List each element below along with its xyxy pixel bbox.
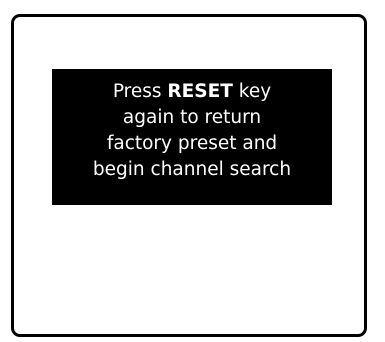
message-line-1: Press RESET key xyxy=(52,79,332,105)
reset-confirmation-message: Press RESET key again to return factory … xyxy=(52,69,332,205)
message-suffix: key xyxy=(232,81,272,102)
reset-key-label: RESET xyxy=(167,81,233,102)
message-line-4: begin channel search xyxy=(92,159,292,180)
message-line-3: factory preset and xyxy=(106,133,278,154)
message-prefix: Press xyxy=(112,81,168,102)
message-line-2: again to return xyxy=(122,107,262,128)
